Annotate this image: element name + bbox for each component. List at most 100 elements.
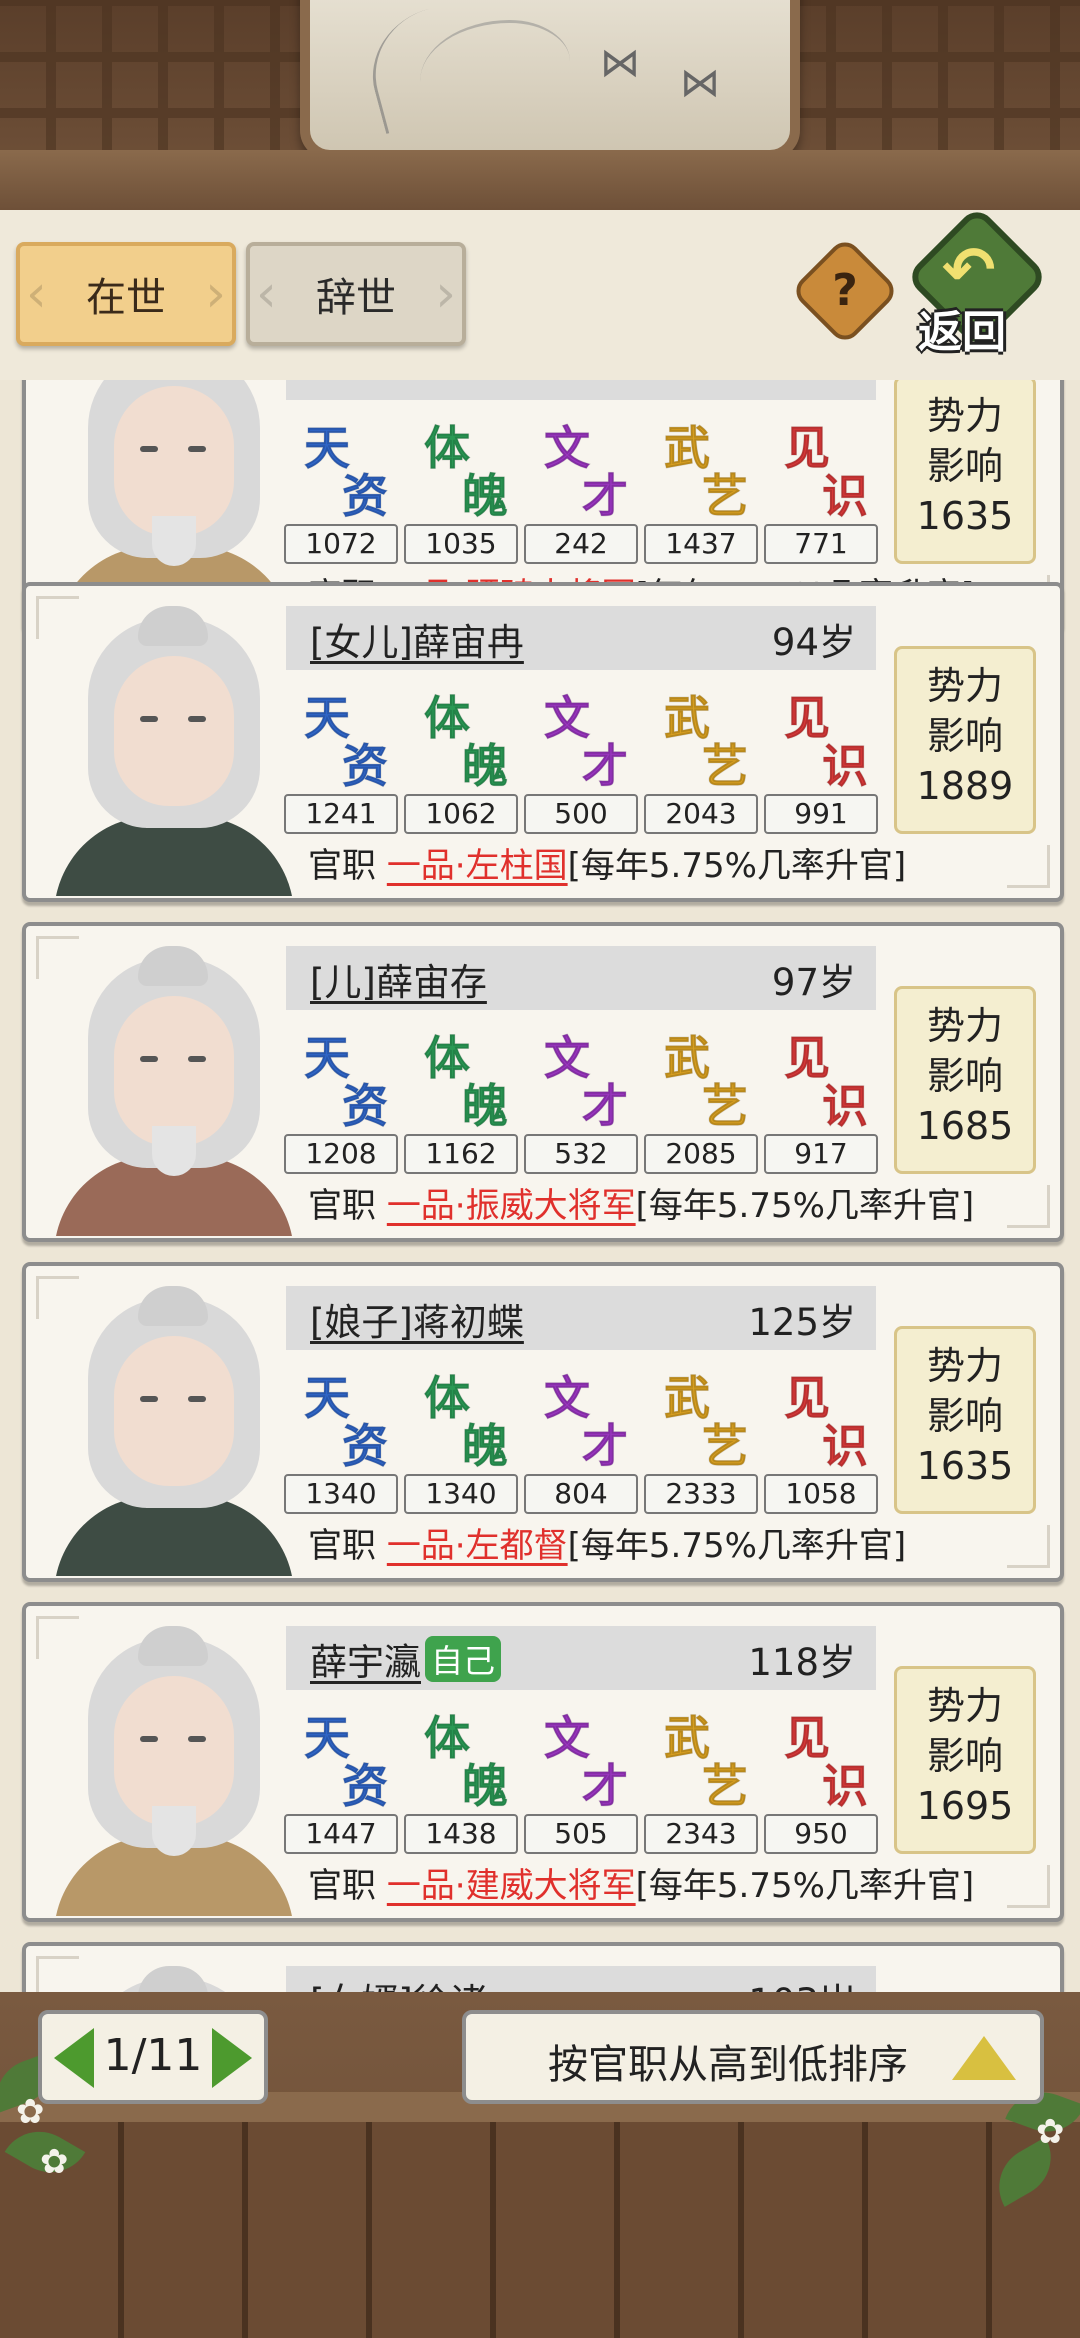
member-age: 125岁: [748, 1301, 856, 1344]
sort-label: 按官职从高到低排序: [548, 2042, 908, 2088]
office-line: 官职 一品·左柱国[每年5.75%几率升官]: [308, 838, 906, 887]
office-rank[interactable]: 一品·左都督: [387, 1526, 568, 1566]
stat-label: 天资: [284, 412, 394, 524]
member-name-text: [娘子]蒋初蝶: [310, 1301, 524, 1344]
member-age: 97岁: [771, 961, 856, 1004]
member-name[interactable]: [娘子]蒋初蝶: [310, 1292, 524, 1346]
stat-label: 天资: [284, 1702, 394, 1814]
member-name[interactable]: [女婿]徐诸: [310, 1972, 487, 1992]
tab-deceased[interactable]: ‹ 辞世 ›: [246, 242, 466, 346]
stat-label: 见识: [764, 1702, 874, 1814]
stat-label-char: 魄: [462, 1079, 509, 1134]
member-card[interactable]: [娘子]蒋初蝶 125岁天资体魄文才武艺见识 1340 1340 804 2333 1058…: [22, 1262, 1064, 1582]
member-name[interactable]: [女儿]薛宙冉: [310, 612, 524, 666]
portrait-eye: [140, 716, 158, 722]
promotion-chance: [每年5.75%几率升官]: [567, 1526, 907, 1566]
stat-label: 武艺: [644, 412, 754, 524]
sort-up-triangle-icon: [952, 2036, 1016, 2080]
portrait-robe: [54, 816, 294, 896]
portrait-hair-bun: [138, 606, 208, 646]
power-label: 势力: [926, 1004, 1003, 1048]
question-icon: ?: [832, 265, 858, 316]
card-corner-decoration: [1007, 1865, 1050, 1908]
member-name-text: [儿]薛宙存: [310, 961, 487, 1004]
stat-label-char: 资: [342, 1079, 389, 1134]
stat-value: 242: [524, 524, 638, 564]
chevron-left-icon: ‹: [26, 264, 47, 324]
member-card[interactable]: [女婿]徐诸103岁天资体魄文才武艺见识官职 [每年5.75%几率升官]势力影响: [22, 1942, 1064, 1992]
portrait-eye: [140, 1396, 158, 1402]
stat-value: 950: [764, 1814, 878, 1854]
stat-label-char: 魄: [462, 1419, 509, 1474]
stat-value: 532: [524, 1134, 638, 1174]
stat-label: 武艺: [644, 1362, 754, 1474]
portrait-hair-bun: [138, 1966, 208, 1992]
member-name[interactable]: [儿]薛宙存: [310, 952, 487, 1006]
stat-value: 1437: [644, 524, 758, 564]
member-card[interactable]: [儿]薛宙存 97岁天资体魄文才武艺见识 1208 1162 532 2085 917 官职 …: [22, 922, 1064, 1242]
pager: 1/11: [38, 2010, 268, 2104]
portrait-beard: [152, 516, 196, 566]
member-card[interactable]: 薛宇瀛 自己 118岁天资体魄文才武艺见识 1447 1438 505 2343 950 官职 …: [22, 1602, 1064, 1922]
power-label: 势力: [926, 664, 1003, 708]
stat-value: 804: [524, 1474, 638, 1514]
prev-page-arrow-icon[interactable]: [54, 2028, 94, 2088]
wood-beam: [0, 150, 1080, 216]
promotion-chance: [每年5.75%几率升官]: [567, 846, 907, 886]
power-influence-box: 势力 影响 1695: [894, 1666, 1036, 1854]
office-label: 官职: [308, 1186, 376, 1226]
portrait-face: [114, 1676, 234, 1826]
portrait-eye: [188, 1396, 206, 1402]
power-label: 势力: [926, 1344, 1003, 1388]
office-rank[interactable]: 一品·建威大将军: [387, 1866, 636, 1906]
tab-alive-label: 在世: [86, 275, 166, 321]
office-line: 官职 一品·振威大将军[每年5.75%几率升官]: [308, 1178, 974, 1227]
office-rank[interactable]: 一品·左柱国: [387, 846, 568, 886]
orchid-painting: ⋈ ⋈: [300, 0, 800, 160]
next-page-arrow-icon[interactable]: [212, 2028, 252, 2088]
portrait-face: [114, 996, 234, 1146]
member-list[interactable]: 天资体魄文才武艺见识107210352421437771官职 一品·骠骑大将军[…: [0, 380, 1080, 1992]
stat-value: 500: [524, 794, 638, 834]
portrait-eye: [140, 446, 158, 452]
self-badge: 自己: [425, 1636, 502, 1682]
member-name-text: [女儿]薛宙冉: [310, 621, 524, 664]
stat-value: 1058: [764, 1474, 878, 1514]
stat-label: 体魄: [404, 682, 514, 794]
stat-value: 1438: [404, 1814, 518, 1854]
stat-label-char: 艺: [702, 1759, 749, 1814]
portrait-hair-bun: [138, 1626, 208, 1666]
promotion-chance: [每年5.75%几率升官]: [635, 1866, 975, 1906]
stat-label: 文才: [524, 1362, 634, 1474]
member-age: 118岁: [748, 1641, 856, 1684]
member-card[interactable]: [女儿]薛宙冉 94岁天资体魄文才武艺见识 1241 1062 500 2043 991 官职…: [22, 582, 1064, 902]
footer: ✿ ✿ ✿ 1/11 按官职从高到低排序: [0, 1992, 1080, 2338]
stat-labels: 天资体魄文才武艺见识: [284, 1022, 884, 1134]
stat-labels: 天资体魄文才武艺见识: [284, 412, 884, 524]
chevron-right-icon: ›: [205, 264, 226, 324]
stat-values: 1447 1438 505 2343 950: [284, 1814, 884, 1854]
stat-label: 武艺: [644, 1702, 754, 1814]
stat-label: 文才: [524, 682, 634, 794]
stat-value: 2343: [644, 1814, 758, 1854]
stat-label: 文才: [524, 412, 634, 524]
stat-label: 武艺: [644, 1022, 754, 1134]
stat-value: 1340: [284, 1474, 398, 1514]
stat-values: 1241 1062 500 2043 991: [284, 794, 884, 834]
member-name[interactable]: 薛宇瀛 自己: [310, 1632, 502, 1686]
office-line: 官职 一品·建威大将军[每年5.75%几率升官]: [308, 1858, 974, 1907]
stat-value: 1072: [284, 524, 398, 564]
stat-value: 1062: [404, 794, 518, 834]
influence-label: 影响: [926, 444, 1003, 488]
office-rank[interactable]: 一品·振威大将军: [387, 1186, 636, 1226]
stat-label: 天资: [284, 682, 394, 794]
portrait: [34, 1966, 304, 1992]
stat-value: 2333: [644, 1474, 758, 1514]
tab-alive[interactable]: ‹ 在世 ›: [16, 242, 236, 346]
butterfly-icon: ⋈: [600, 40, 640, 86]
stat-label-char: 识: [822, 1419, 869, 1474]
stat-label-char: 识: [822, 739, 869, 794]
back-button[interactable]: ↶ 返回: [904, 204, 1050, 358]
stat-label-char: 才: [582, 1079, 629, 1134]
sort-button[interactable]: 按官职从高到低排序: [462, 2010, 1044, 2104]
